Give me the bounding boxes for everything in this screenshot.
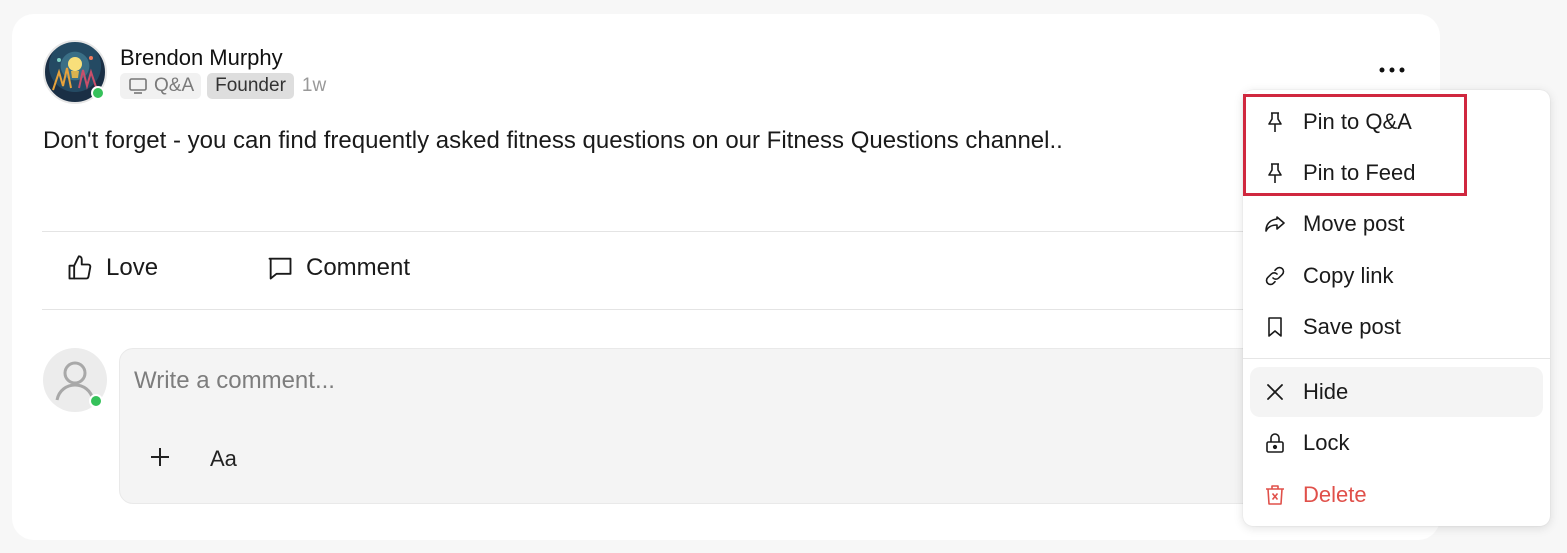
menu-item-move-post[interactable]: Move post xyxy=(1250,199,1543,249)
online-status-dot xyxy=(91,86,105,100)
add-attachment-button[interactable] xyxy=(148,445,172,475)
love-button[interactable]: Love xyxy=(66,254,158,282)
love-label: Love xyxy=(106,254,159,281)
author-avatar[interactable] xyxy=(43,40,107,104)
pin-icon xyxy=(1263,110,1287,134)
menu-item-label: Pin to Feed xyxy=(1303,160,1416,185)
author-name[interactable]: Brendon Murphy xyxy=(120,45,283,71)
current-user-avatar[interactable] xyxy=(43,348,107,412)
more-options-button[interactable] xyxy=(1374,58,1410,82)
monitor-icon xyxy=(128,76,148,96)
divider xyxy=(42,231,1422,232)
post-body: Don't forget - you can find frequently a… xyxy=(43,127,1063,154)
role-badge: Founder xyxy=(207,73,294,99)
menu-item-delete[interactable]: Delete xyxy=(1250,470,1543,520)
menu-item-hide[interactable]: Hide xyxy=(1250,367,1543,417)
trash-icon xyxy=(1263,483,1287,507)
text-format-button[interactable]: Aa xyxy=(210,446,237,472)
comment-icon xyxy=(266,254,294,282)
menu-item-label: Delete xyxy=(1303,482,1367,507)
comment-label: Comment xyxy=(306,254,411,281)
online-status-dot xyxy=(89,394,103,408)
menu-item-pin-to-qa[interactable]: Pin to Q&A xyxy=(1250,97,1543,147)
lock-icon xyxy=(1263,431,1287,455)
more-horizontal-icon xyxy=(1374,67,1410,86)
thumbs-up-icon xyxy=(66,254,94,282)
pin-icon xyxy=(1263,161,1287,185)
menu-item-copy-link[interactable]: Copy link xyxy=(1250,251,1543,301)
plus-icon xyxy=(148,448,172,474)
link-icon xyxy=(1263,264,1287,288)
menu-item-label: Hide xyxy=(1303,379,1349,404)
comment-input[interactable] xyxy=(134,367,1134,395)
menu-item-save-post[interactable]: Save post xyxy=(1250,302,1543,352)
menu-item-label: Move post xyxy=(1303,211,1405,236)
bookmark-icon xyxy=(1263,315,1287,339)
menu-item-label: Copy link xyxy=(1303,263,1394,288)
menu-item-label: Pin to Q&A xyxy=(1303,109,1412,134)
post-card: Brendon Murphy Q&A Founder 1w Don't forg… xyxy=(12,14,1449,540)
menu-separator xyxy=(1243,358,1550,359)
channel-chip[interactable]: Q&A xyxy=(120,73,202,99)
menu-item-pin-to-feed[interactable]: Pin to Feed xyxy=(1250,148,1543,198)
post-options-menu: Pin to Q&A Pin to Feed Move post Copy li… xyxy=(1243,90,1550,526)
post-meta: Q&A Founder 1w xyxy=(120,73,326,99)
channel-label: Q&A xyxy=(154,75,195,96)
menu-item-label: Lock xyxy=(1303,430,1350,455)
comment-button[interactable]: Comment xyxy=(266,254,410,282)
close-icon xyxy=(1263,380,1287,404)
share-arrow-icon xyxy=(1263,212,1287,236)
menu-item-lock[interactable]: Lock xyxy=(1250,418,1543,468)
post-time: 1w xyxy=(301,75,327,96)
divider xyxy=(42,309,1422,310)
menu-item-label: Save post xyxy=(1303,314,1401,339)
